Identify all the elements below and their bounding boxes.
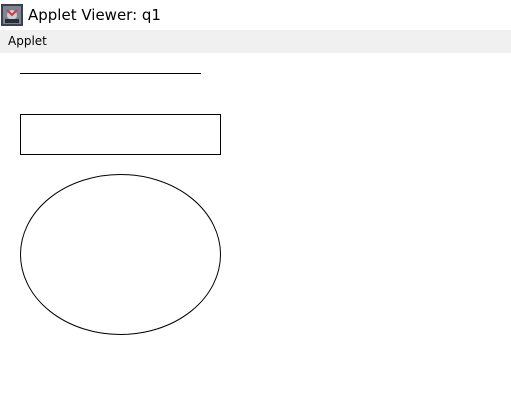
java-applet-icon	[1, 4, 23, 26]
drawn-rectangle	[20, 114, 221, 155]
menu-applet[interactable]: Applet	[4, 33, 51, 49]
window-title: Applet Viewer: q1	[28, 6, 161, 24]
title-bar: Applet Viewer: q1	[0, 0, 511, 30]
applet-canvas	[0, 53, 511, 403]
drawn-oval	[20, 174, 221, 335]
menu-bar: Applet	[0, 30, 511, 53]
